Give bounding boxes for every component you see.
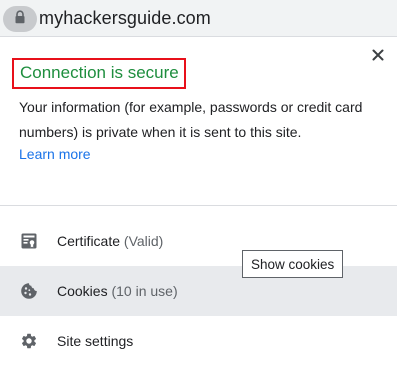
site-info-popup: Connection is secure Your information (f…: [0, 37, 397, 377]
gear-icon: [19, 331, 39, 351]
site-settings-row[interactable]: Site settings: [0, 316, 397, 366]
show-cookies-tooltip: Show cookies: [242, 250, 344, 278]
cookies-label: Cookies (10 in use): [57, 283, 178, 299]
certificate-title: Certificate: [57, 233, 121, 249]
cookie-icon: [19, 281, 39, 301]
divider: [0, 205, 397, 206]
certificate-label: Certificate (Valid): [57, 233, 163, 249]
close-icon: [372, 48, 384, 66]
url-text[interactable]: myhackersguide.com: [39, 8, 211, 29]
close-button[interactable]: [367, 46, 389, 68]
learn-more-link[interactable]: Learn more: [19, 146, 91, 162]
certificate-icon: [19, 231, 39, 251]
connection-description: Your information (for example, passwords…: [19, 99, 363, 140]
lock-icon: [14, 9, 26, 29]
address-bar[interactable]: myhackersguide.com: [0, 0, 397, 37]
site-info-button[interactable]: [3, 6, 37, 32]
connection-status-title: Connection is secure: [12, 58, 186, 89]
cookies-status: (10 in use): [111, 283, 178, 299]
cookies-title: Cookies: [57, 283, 108, 299]
site-settings-label: Site settings: [57, 333, 134, 349]
certificate-status: (Valid): [123, 233, 164, 249]
